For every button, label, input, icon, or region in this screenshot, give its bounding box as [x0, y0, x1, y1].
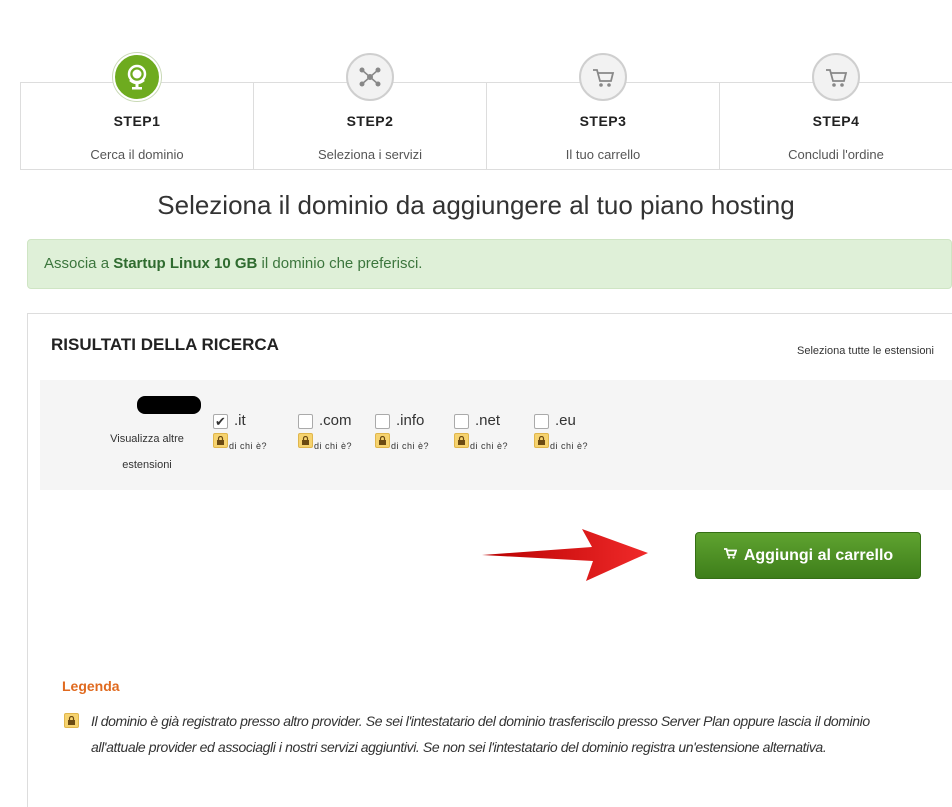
order-steps: STEP1 Cerca il dominio STEP2 Seleziona i…	[20, 53, 952, 170]
step-4-subtitle: Concludi l'ordine	[788, 147, 884, 162]
step-2-title: STEP2	[346, 113, 394, 129]
step-2-subtitle: Seleziona i servizi	[317, 147, 423, 162]
network-icon	[346, 53, 394, 101]
step-1-subtitle: Cerca il dominio	[90, 147, 184, 162]
extension-name: .net	[475, 412, 501, 429]
more-extensions-label-1: Visualizza altre	[110, 433, 184, 445]
extension-eu: .eu di chi è?	[534, 412, 610, 464]
cart-icon	[812, 53, 860, 101]
select-all-link[interactable]: Seleziona tutte le estensioni	[797, 345, 934, 357]
extensions-box: Visualizza altre estensioni ✔ .it di chi…	[40, 380, 952, 490]
globe-icon	[113, 53, 161, 101]
alert-product: Startup Linux 10 GB	[113, 255, 258, 272]
add-to-cart-button[interactable]: Aggiungi al carrello	[695, 532, 921, 579]
step-2[interactable]: STEP2 Seleziona i servizi	[254, 53, 487, 169]
cart-icon	[579, 53, 627, 101]
add-to-cart-label: Aggiungi al carrello	[743, 546, 894, 564]
results-title: RISULTATI DELLA RICERCA	[51, 335, 279, 354]
legend-text: Il dominio è già registrato presso altro…	[91, 713, 870, 755]
extension-checkbox[interactable]	[375, 414, 390, 429]
more-extensions-label-2: estensioni	[122, 459, 172, 471]
extension-name: .info	[396, 412, 425, 429]
legend-title: Legenda	[62, 678, 120, 694]
redacted-domain	[137, 396, 201, 414]
whois-link[interactable]: di chi è?	[314, 441, 352, 451]
step-3-subtitle: Il tuo carrello	[565, 147, 641, 162]
step-4[interactable]: STEP4 Concludi l'ordine	[720, 53, 952, 169]
step-3-title: STEP3	[579, 113, 627, 129]
step-4-title: STEP4	[812, 113, 860, 129]
whois-link[interactable]: di chi è?	[550, 441, 588, 451]
extension-net: .net di chi è?	[454, 412, 530, 464]
extension-name: .it	[234, 412, 246, 429]
extension-it: ✔ .it di chi è?	[213, 412, 289, 464]
extension-info: .info di chi è?	[375, 412, 451, 464]
step-1[interactable]: STEP1 Cerca il dominio	[21, 53, 254, 169]
extension-name: .eu	[555, 412, 576, 429]
alert-prefix: Associa a	[44, 255, 114, 272]
step-1-title: STEP1	[113, 113, 161, 129]
lock-icon	[534, 433, 549, 448]
lock-icon	[298, 433, 313, 448]
whois-link[interactable]: di chi è?	[391, 441, 429, 451]
extension-com: .com di chi è?	[298, 412, 374, 464]
whois-link[interactable]: di chi è?	[229, 441, 267, 451]
extension-checkbox[interactable]	[534, 414, 549, 429]
cart-icon	[723, 546, 738, 565]
extension-checkbox[interactable]	[298, 414, 313, 429]
step-3[interactable]: STEP3 Il tuo carrello	[487, 53, 720, 169]
lock-icon	[375, 433, 390, 448]
extension-checkbox[interactable]: ✔	[213, 414, 228, 429]
page-title: Seleziona il dominio da aggiungere al tu…	[157, 190, 795, 220]
lock-icon	[213, 433, 228, 448]
more-extensions-link[interactable]: Visualizza altre estensioni	[92, 426, 202, 478]
red-arrow-icon	[482, 529, 648, 581]
extension-name: .com	[319, 412, 352, 429]
lock-icon	[64, 713, 79, 728]
alert-suffix: il dominio che preferisci.	[257, 255, 423, 272]
extension-checkbox[interactable]	[454, 414, 469, 429]
info-alert: Associa a Startup Linux 10 GB il dominio…	[27, 239, 952, 289]
lock-icon	[454, 433, 469, 448]
whois-link[interactable]: di chi è?	[470, 441, 508, 451]
